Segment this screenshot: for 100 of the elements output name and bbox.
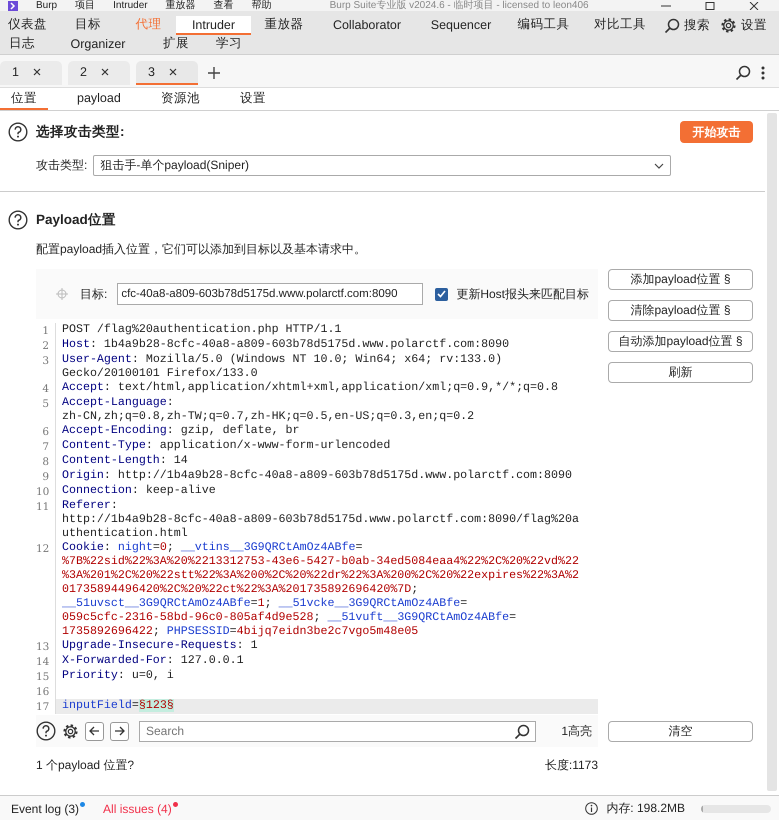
code-line: __51uvsct__3G9QRCtAmOz4ABfe=1; __51vcke__3G9QRCtAmOz4ABfe= [62,597,468,611]
clear-button[interactable]: 清空 [608,720,753,742]
window-title: Burp Suite专业版 v2024.6 - 临时项目 - licensed to leon406 [330,0,589,11]
code-line: Accept: text/html,application/xhtml+xml,application/xml;q=0.9,*/*;q=0.8 [62,381,559,395]
section-tab[interactable]: payload [66,88,132,110]
line-number: 1 [36,323,56,338]
help-icon[interactable] [8,122,28,142]
request-tab[interactable]: 2 [68,61,130,85]
code-line: %7B%22sid%22%3A%20%2213312753-43e6-5427-b0ab-34ed5084eaa4%22%2C%20%22vd%22 [62,555,580,569]
settings-icon[interactable] [62,722,79,740]
action-button[interactable]: 刷新 [608,362,753,383]
search-icon[interactable] [735,65,751,81]
code-line: http://1b4a9b28-8cfc-40a8-a809-603b78d5175d.www.polarctf.com:8090/flag%20a [62,513,580,527]
code-line: inputField=§123§ [62,699,175,713]
menu-item[interactable]: 重放器 [166,0,196,11]
section-tab[interactable]: 设置 [228,88,277,110]
line-number: 12 [36,541,56,639]
line-number: 4 [36,381,56,396]
code-line: %3A%201%2C%20%22stt%22%3A%200%2C%20%22dr%22%3A%200%2C%20%22expires%22%3A%2 [62,569,580,583]
request-tab[interactable]: 3 [136,61,198,85]
section-description: 配置payload插入位置，它们可以添加到目标以及基本请求中。 [36,241,368,258]
forward-button[interactable] [110,722,129,740]
help-icon[interactable] [8,210,28,230]
scrollbar[interactable] [767,113,777,791]
line-number: 16 [36,684,56,699]
code-line: Priority: u=0, i [62,669,175,683]
memory-usage: 内存: 198.2MB [606,800,685,817]
arrow-right-icon[interactable] [114,726,125,736]
search-button[interactable]: 搜索 [664,17,710,34]
menu-item[interactable]: 查看 [214,0,234,11]
code-line: Upgrade-Insecure-Requests: 1 [62,639,259,653]
field-label: 目标: [80,286,108,302]
arrow-left-icon[interactable] [89,726,100,736]
tool-tab[interactable]: 日志 [0,35,44,54]
field-label: 攻击类型: [36,157,88,174]
tool-tab[interactable]: Collaborator [317,16,417,35]
close-icon[interactable] [100,68,109,76]
code-line: X-Forwarded-For: 127.0.0.1 [62,654,245,668]
code-line: User-Agent: Mozilla/5.0 (Windows NT 10.0; Win64; x64; rv:133.0) [62,353,504,367]
tool-tab[interactable]: 扩展 [152,35,200,54]
close-icon[interactable] [749,2,759,10]
action-button[interactable]: 清除payload位置 § [608,300,753,321]
line-number: 13 [36,639,56,654]
menu-item[interactable]: Burp [36,0,58,11]
help-icon[interactable] [36,721,56,741]
line-number: 8 [36,454,56,469]
tool-tab[interactable]: Intruder [176,16,251,35]
line-number: 14 [36,654,56,669]
settings-icon[interactable] [720,17,737,34]
request-tab[interactable]: 1 [0,61,62,85]
target-field[interactable]: cfc-40a8-a809-603b78d5175d.www.polarctf.com:8090 [117,283,424,305]
tool-tab[interactable]: 学习 [200,35,258,54]
menu-item[interactable]: Intruder [113,0,148,11]
settings-button[interactable]: 设置 [720,17,767,34]
back-button[interactable] [85,722,104,740]
code-line: Gecko/20100101 Firefox/133.0 [62,367,259,381]
search-field[interactable]: Search [139,720,536,742]
line-number: 6 [36,424,56,439]
close-icon[interactable] [168,68,177,76]
code-line: uthentication.html [62,527,189,541]
line-number: 3 [36,353,56,381]
search-icon[interactable] [664,18,680,34]
line-number: 2 [36,338,56,353]
highlight-count: 1高亮 [561,722,592,740]
line-number: 7 [36,439,56,454]
close-icon[interactable] [32,68,41,76]
action-button[interactable]: 自动添加payload位置 § [608,331,753,352]
info-icon[interactable] [585,802,598,815]
code-line: Content-Length: 14 [62,454,189,468]
code-line: Host: 1b4a9b28-8cfc-40a8-a809-603b78d5175d.www.polarctf.com:8090 [62,338,510,352]
code-line: Accept-Encoding: gzip, deflate, br [62,424,301,438]
tool-tab[interactable]: 目标 [55,16,121,35]
code-line: 1735892696422; PHPSESSID=4bijq7eidn3be2c7vgo5m48e05 [62,625,420,639]
add-tab-icon[interactable] [208,67,220,79]
more-options-icon[interactable] [761,66,765,80]
section-heading: 选择攻击类型: [36,123,124,141]
line-number: 15 [36,669,56,684]
code-line: Accept-Language: [62,396,175,410]
code-line: Cookie: night=0; __vtins__3G9QRCtAmOz4ABfe= [62,541,364,555]
search-icon[interactable] [514,724,530,740]
tool-tab[interactable]: 重放器 [251,16,317,35]
status-item[interactable]: All issues (4) [103,802,178,816]
tool-tab[interactable]: Organizer [44,35,152,54]
menu-item[interactable]: 项目 [75,0,96,11]
maximize-icon[interactable] [705,2,715,10]
update-host-checkbox[interactable] [435,288,448,300]
section-heading: Payload位置 [36,211,116,229]
line-number: 10 [36,484,56,499]
tool-tab[interactable]: 编码工具 [505,16,582,35]
section-tab[interactable]: 资源池 [150,88,211,110]
tool-tab[interactable]: Sequencer [417,16,505,35]
status-item[interactable]: Event log (3) [11,802,86,816]
chevron-down-icon[interactable] [654,162,664,168]
action-button[interactable]: 添加payload位置 § [608,269,753,290]
attack-type-dropdown[interactable]: 狙击手-单个payload(Sniper) [93,155,672,176]
menu-item[interactable]: 帮助 [252,0,272,11]
code-line: Content-Type: application/x-www-form-urlencoded [62,439,392,453]
code-line: zh-CN,zh;q=0.8,zh-TW;q=0.7,zh-HK;q=0.5,en-US;q=0.3,en;q=0.2 [62,410,476,424]
tool-tab[interactable]: 仪表盘 [0,16,55,35]
tool-tab[interactable]: 对比工具 [582,16,658,35]
